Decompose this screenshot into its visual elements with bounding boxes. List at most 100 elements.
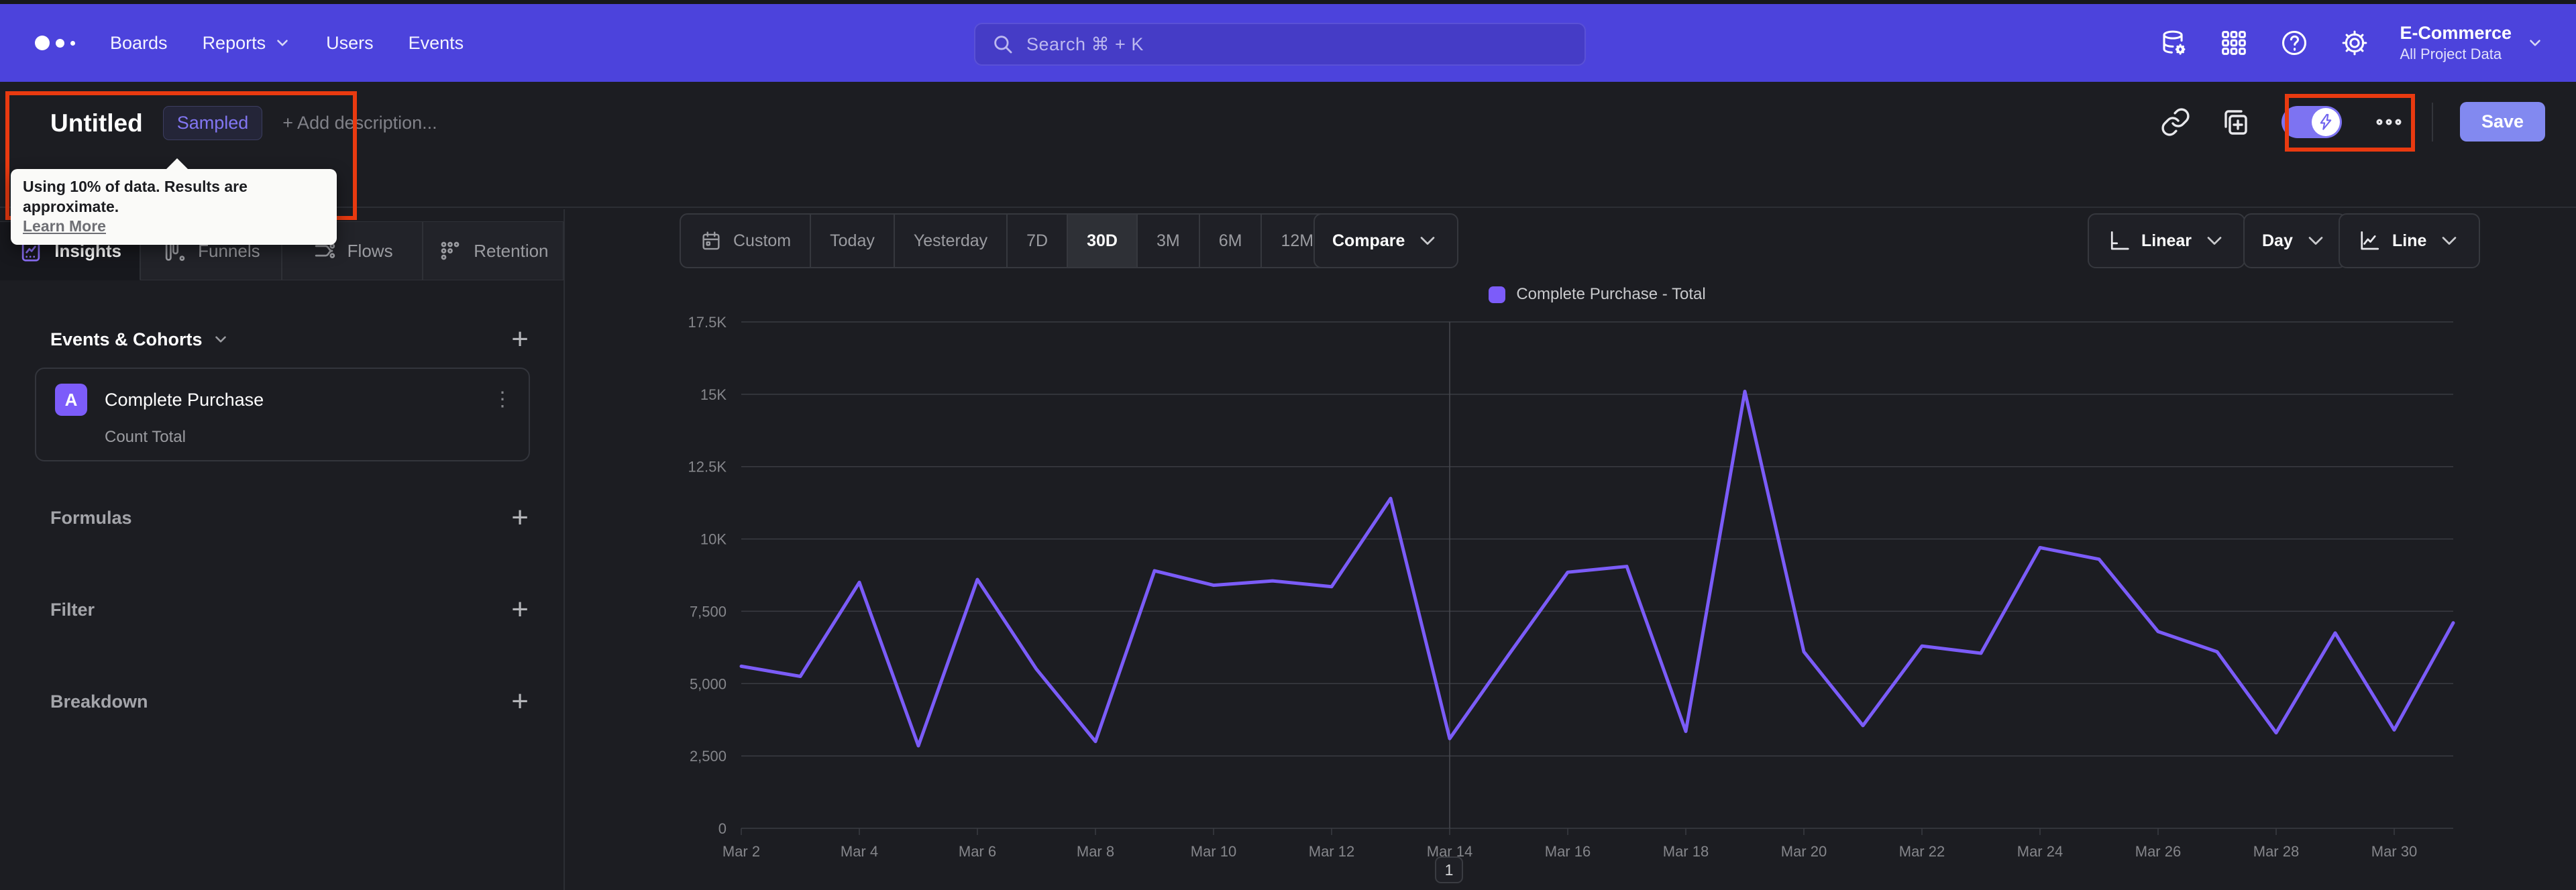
tab-label: Retention: [474, 240, 549, 261]
project-scope: All Project Data: [2400, 46, 2502, 63]
page-number: 1: [1444, 860, 1454, 879]
add-description-field[interactable]: + Add description...: [282, 113, 437, 133]
range-3m[interactable]: 3M: [1136, 215, 1199, 267]
chevron-down-icon: [2443, 237, 2457, 245]
formulas-section-label: Formulas: [50, 507, 132, 528]
report-header: Untitled Sampled + Add description... Sa…: [0, 82, 2576, 208]
sampled-badge[interactable]: Sampled: [162, 106, 263, 140]
nav-link-label: Reports: [202, 32, 266, 53]
chevron-down-icon: [215, 336, 226, 343]
scale-dropdown[interactable]: Linear: [2088, 213, 2246, 268]
range-custom[interactable]: Custom: [681, 215, 810, 267]
tab-retention[interactable]: Retention: [422, 221, 564, 280]
date-range-control: Custom Today Yesterday 7D 30D 3M 6M 12M: [680, 213, 1334, 268]
top-nav: Boards Reports Users Events Search ⌘ + K: [0, 4, 2576, 82]
x-axis-tick-label: Mar 12: [1309, 843, 1354, 860]
y-axis-tick-label: 17.5K: [688, 314, 727, 331]
add-to-board-icon[interactable]: [2218, 106, 2251, 138]
save-button[interactable]: Save: [2459, 102, 2545, 142]
filter-section-label: Filter: [50, 599, 95, 620]
report-title[interactable]: Untitled: [50, 109, 143, 137]
nav-link-reports[interactable]: Reports: [203, 33, 292, 54]
x-axis-tick-label: Mar 6: [959, 843, 996, 860]
y-axis-tick-label: 15K: [700, 386, 727, 403]
chevron-down-icon: [2207, 237, 2222, 245]
y-axis-tick-label: 7,500: [690, 603, 727, 620]
x-axis-tick-label: Mar 28: [2253, 843, 2299, 860]
add-filter-button[interactable]: +: [511, 595, 529, 624]
lightning-bolt-icon: [2320, 113, 2332, 130]
add-event-button[interactable]: +: [511, 325, 529, 354]
range-30d[interactable]: 30D: [1067, 215, 1136, 267]
copy-link-icon[interactable]: [2159, 106, 2192, 138]
event-card[interactable]: A Complete Purchase ⋮ Count Total: [35, 368, 530, 461]
x-axis-tick-label: Mar 16: [1545, 843, 1591, 860]
y-axis-tick-label: 0: [718, 820, 727, 837]
nav-link-boards[interactable]: Boards: [110, 33, 168, 54]
more-options-icon[interactable]: [2373, 106, 2405, 138]
x-axis-tick-label: Mar 4: [841, 843, 878, 860]
event-series-badge: A: [55, 384, 87, 416]
range-label: 12M: [1281, 231, 1314, 250]
range-label: 3M: [1156, 231, 1180, 250]
chart-type-dropdown[interactable]: Line: [2339, 213, 2481, 268]
chart-pagination[interactable]: 1: [1435, 856, 1463, 883]
range-6m[interactable]: 6M: [1198, 215, 1261, 267]
nav-link-users[interactable]: Users: [326, 33, 374, 54]
mixpanel-logo-icon[interactable]: [35, 36, 75, 50]
chart-type-label: Line: [2392, 231, 2427, 250]
x-axis-tick-label: Mar 22: [1899, 843, 1945, 860]
event-options-icon[interactable]: ⋮: [492, 390, 513, 409]
x-axis-tick-label: Mar 2: [722, 843, 760, 860]
settings-gear-icon[interactable]: [2339, 27, 2370, 58]
query-builder-sidebar: Insights Funnels Flows Retention Events …: [0, 209, 565, 890]
chevron-down-icon: [2530, 40, 2540, 46]
compare-button[interactable]: Compare: [1313, 213, 1459, 268]
nav-link-label: Events: [408, 32, 464, 53]
apps-grid-icon[interactable]: [2218, 27, 2249, 58]
x-axis-tick-label: Mar 20: [1781, 843, 1827, 860]
y-axis-tick-label: 5,000: [690, 675, 727, 692]
tab-label: Flows: [347, 240, 393, 261]
x-axis-tick-label: Mar 10: [1191, 843, 1236, 860]
search-input[interactable]: Search ⌘ + K: [974, 23, 1586, 66]
range-yesterday[interactable]: Yesterday: [893, 215, 1006, 267]
nav-link-events[interactable]: Events: [409, 33, 464, 54]
project-selector[interactable]: E-Commerce All Project Data: [2400, 22, 2544, 63]
event-name: Complete Purchase: [105, 389, 264, 410]
sampling-toggle-knob: [2311, 107, 2340, 136]
x-axis-tick-label: Mar 18: [1663, 843, 1709, 860]
range-label: Custom: [733, 231, 792, 250]
chevron-down-icon: [1421, 237, 1435, 245]
range-today[interactable]: Today: [810, 215, 894, 267]
range-label: 7D: [1026, 231, 1049, 250]
divider: [2431, 102, 2433, 142]
series-line[interactable]: [739, 390, 2455, 748]
app-window: Boards Reports Users Events Search ⌘ + K: [0, 0, 2576, 890]
events-cohorts-label: Events & Cohorts: [50, 329, 203, 349]
help-icon[interactable]: [2279, 27, 2310, 58]
range-label: 6M: [1218, 231, 1242, 250]
nav-link-label: Boards: [110, 32, 168, 53]
search-icon: [994, 36, 1012, 54]
x-axis-tick-label: Mar 8: [1077, 843, 1114, 860]
interval-dropdown[interactable]: Day: [2243, 213, 2347, 268]
chevron-down-icon: [277, 40, 288, 46]
sampling-toggle[interactable]: [2281, 105, 2342, 138]
scale-label: Linear: [2141, 231, 2192, 250]
add-breakdown-button[interactable]: +: [511, 687, 529, 716]
data-management-icon[interactable]: [2158, 27, 2189, 58]
x-axis-tick-label: Mar 24: [2017, 843, 2063, 860]
project-name: E-Commerce: [2400, 23, 2512, 44]
add-formula-button[interactable]: +: [511, 503, 529, 533]
compare-label: Compare: [1332, 231, 1405, 250]
sampling-tooltip: Using 10% of data. Results are approxima…: [11, 158, 337, 245]
nav-link-label: Users: [326, 32, 374, 53]
range-7d[interactable]: 7D: [1006, 215, 1067, 267]
learn-more-link[interactable]: Learn More: [23, 217, 106, 235]
event-metric[interactable]: Count Total: [105, 428, 186, 447]
events-cohorts-header[interactable]: Events & Cohorts: [50, 329, 229, 350]
y-axis-tick-label: 2,500: [690, 748, 727, 765]
x-axis-tick-label: Mar 30: [2371, 843, 2417, 860]
chart-legend[interactable]: Complete Purchase - Total: [741, 285, 2453, 304]
